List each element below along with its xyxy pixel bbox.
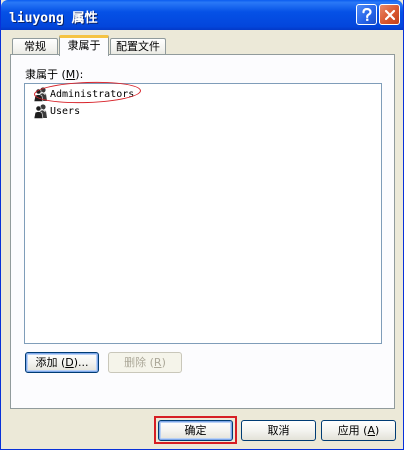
add-button[interactable]: 添加 (D)... xyxy=(25,352,99,373)
question-mark-icon xyxy=(361,7,372,21)
group-icon xyxy=(33,104,47,119)
properties-dialog: liuyong 属性 常规 隶属于 配置文件 隶属于 (M): Administ… xyxy=(0,0,404,450)
list-item-users[interactable]: Users xyxy=(33,103,80,119)
group-icon xyxy=(33,87,47,102)
apply-button[interactable]: 应用 (A) xyxy=(321,420,396,441)
member-of-list[interactable]: Administrators Users xyxy=(24,83,382,344)
member-of-panel: 隶属于 (M): Administrators Users 添加 (D)... … xyxy=(10,54,395,409)
list-item-administrators[interactable]: Administrators xyxy=(33,86,134,102)
close-button[interactable] xyxy=(379,4,400,25)
group-name: Users xyxy=(50,105,81,117)
group-name: Administrators xyxy=(50,88,135,100)
title-bar[interactable]: liuyong 属性 xyxy=(1,0,403,30)
tab-profile-label: 配置文件 xyxy=(116,40,160,53)
help-button[interactable] xyxy=(356,4,377,25)
remove-button[interactable]: 删除 (R) xyxy=(108,352,182,373)
ok-button[interactable]: 确定 xyxy=(158,420,233,441)
member-of-label: 隶属于 (M): xyxy=(25,68,84,81)
tab-member-of[interactable]: 隶属于 xyxy=(59,35,109,56)
tab-general-label: 常规 xyxy=(24,40,46,53)
cancel-button[interactable]: 取消 xyxy=(241,420,316,441)
close-icon xyxy=(384,9,395,20)
tab-member-of-label: 隶属于 xyxy=(67,39,101,52)
window-title: liuyong 属性 xyxy=(9,11,98,26)
